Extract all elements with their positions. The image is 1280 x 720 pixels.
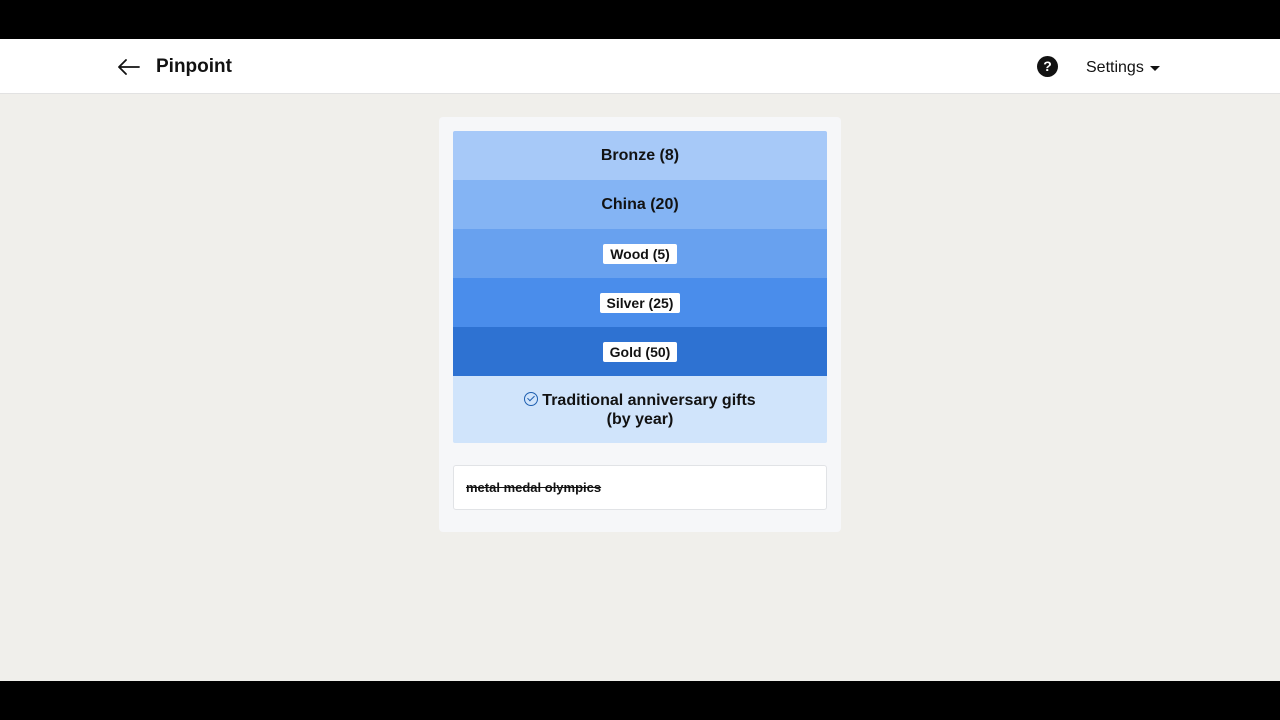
clue-label: Silver (25)	[599, 292, 681, 313]
game-board: Bronze (8) China (20) Wood (5) Silver (2…	[439, 117, 841, 532]
clue-row: Gold (50)	[453, 327, 827, 376]
top-bar: Pinpoint ? Settings	[0, 39, 1280, 94]
clue-label: China (20)	[601, 195, 679, 213]
page-title: Pinpoint	[156, 56, 232, 77]
letterbox-bottom	[0, 681, 1280, 720]
clue-label: Gold (50)	[602, 341, 678, 362]
check-circle-icon	[524, 391, 539, 406]
clue-row: Silver (25)	[453, 278, 827, 327]
clue-row: Bronze (8)	[453, 131, 827, 180]
answer-category: Traditional anniversary gifts (by year)	[453, 376, 827, 443]
settings-dropdown[interactable]: Settings	[1086, 58, 1160, 78]
clue-row: China (20)	[453, 180, 827, 229]
help-icon[interactable]: ?	[1037, 56, 1058, 77]
clue-row: Wood (5)	[453, 229, 827, 278]
clue-label: Bronze (8)	[600, 146, 680, 164]
caret-down-icon	[1149, 65, 1160, 71]
app-viewport: Pinpoint ? Settings Bronze (8) China (20…	[0, 39, 1280, 681]
letterbox-top	[0, 0, 1280, 39]
answer-label: Traditional anniversary gifts (by year)	[542, 391, 756, 428]
clue-label: Wood (5)	[603, 243, 677, 264]
back-button[interactable]	[116, 55, 142, 79]
clue-stack: Bronze (8) China (20) Wood (5) Silver (2…	[453, 131, 827, 443]
guess-entry: metal medal olympics	[453, 465, 827, 510]
arrow-left-icon	[118, 59, 140, 75]
settings-label: Settings	[1086, 59, 1144, 76]
incorrect-guess-text: metal medal olympics	[466, 480, 602, 495]
